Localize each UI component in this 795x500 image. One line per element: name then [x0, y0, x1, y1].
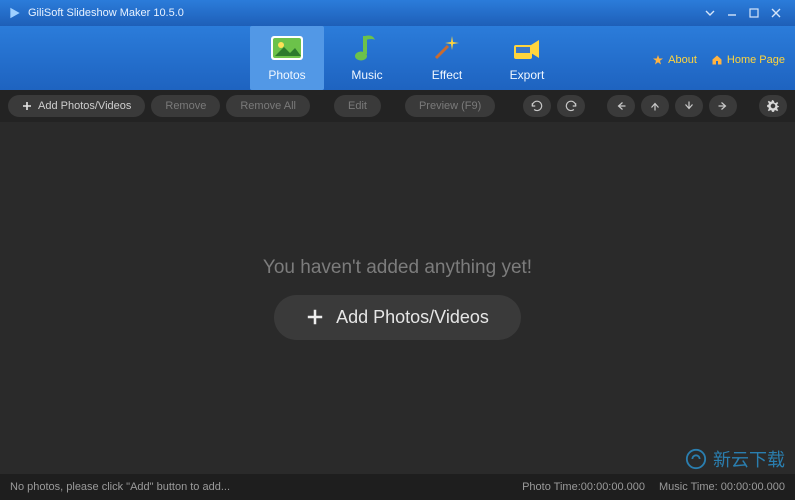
app-logo-icon [8, 6, 22, 20]
toolbar: Add Photos/Videos Remove Remove All Edit… [0, 90, 795, 122]
move-down-button[interactable] [675, 95, 703, 117]
remove-all-button[interactable]: Remove All [226, 95, 310, 117]
arrow-left-icon [615, 100, 627, 112]
music-time: Music Time: 00:00:00.000 [659, 481, 785, 493]
star-icon [652, 54, 664, 66]
plus-icon [306, 308, 324, 326]
settings-button[interactable] [759, 95, 787, 117]
maximize-button[interactable] [743, 4, 765, 22]
export-icon [509, 30, 545, 66]
move-right-button[interactable] [709, 95, 737, 117]
gear-icon [766, 99, 780, 113]
add-button[interactable]: Add Photos/Videos [8, 95, 145, 117]
minimize-button[interactable] [721, 4, 743, 22]
app-title: GiliSoft Slideshow Maker 10.5.0 [28, 7, 184, 19]
rotate-cw-icon [564, 99, 578, 113]
tab-export[interactable]: Export [490, 26, 564, 90]
about-link[interactable]: About [652, 54, 697, 66]
about-label: About [668, 54, 697, 66]
music-time-value: 00:00:00.000 [721, 481, 785, 493]
tab-label: Photos [268, 68, 305, 82]
rotate-left-button[interactable] [523, 95, 551, 117]
rotate-ccw-icon [530, 99, 544, 113]
photo-time-value: 00:00:00.000 [581, 481, 645, 493]
arrow-up-icon [649, 100, 661, 112]
photos-icon [269, 30, 305, 66]
photo-time: Photo Time:00:00:00.000 [522, 481, 645, 493]
content-area: You haven't added anything yet! Add Phot… [0, 122, 795, 474]
close-button[interactable] [765, 4, 787, 22]
arrow-down-icon [683, 100, 695, 112]
home-label: Home Page [727, 54, 785, 66]
add-photos-big-label: Add Photos/Videos [336, 307, 489, 328]
rotate-right-button[interactable] [557, 95, 585, 117]
tab-music[interactable]: Music [330, 26, 404, 90]
plus-icon [22, 101, 32, 111]
music-icon [349, 30, 385, 66]
header-links: About Home Page [652, 54, 785, 66]
titlebar: GiliSoft Slideshow Maker 10.5.0 [0, 0, 795, 26]
home-link[interactable]: Home Page [711, 54, 785, 66]
tab-photos[interactable]: Photos [250, 26, 324, 90]
photo-time-label: Photo Time: [522, 481, 581, 493]
music-time-label: Music Time: [659, 481, 718, 493]
tab-label: Effect [432, 68, 462, 82]
main-tabbar: Photos Music Effect Export About Home Pa… [0, 26, 795, 90]
add-photos-big-button[interactable]: Add Photos/Videos [274, 295, 521, 340]
effect-icon [429, 30, 465, 66]
tab-label: Music [351, 68, 382, 82]
edit-button[interactable]: Edit [334, 95, 381, 117]
statusbar: No photos, please click "Add" button to … [0, 474, 795, 500]
status-hint: No photos, please click "Add" button to … [10, 481, 230, 493]
tab-effect[interactable]: Effect [410, 26, 484, 90]
move-left-button[interactable] [607, 95, 635, 117]
add-label: Add Photos/Videos [38, 100, 131, 112]
empty-message: You haven't added anything yet! [263, 257, 532, 279]
home-icon [711, 54, 723, 66]
move-up-button[interactable] [641, 95, 669, 117]
remove-button[interactable]: Remove [151, 95, 220, 117]
arrow-right-icon [717, 100, 729, 112]
tab-label: Export [510, 68, 545, 82]
dropdown-button[interactable] [699, 4, 721, 22]
preview-button[interactable]: Preview (F9) [405, 95, 495, 117]
